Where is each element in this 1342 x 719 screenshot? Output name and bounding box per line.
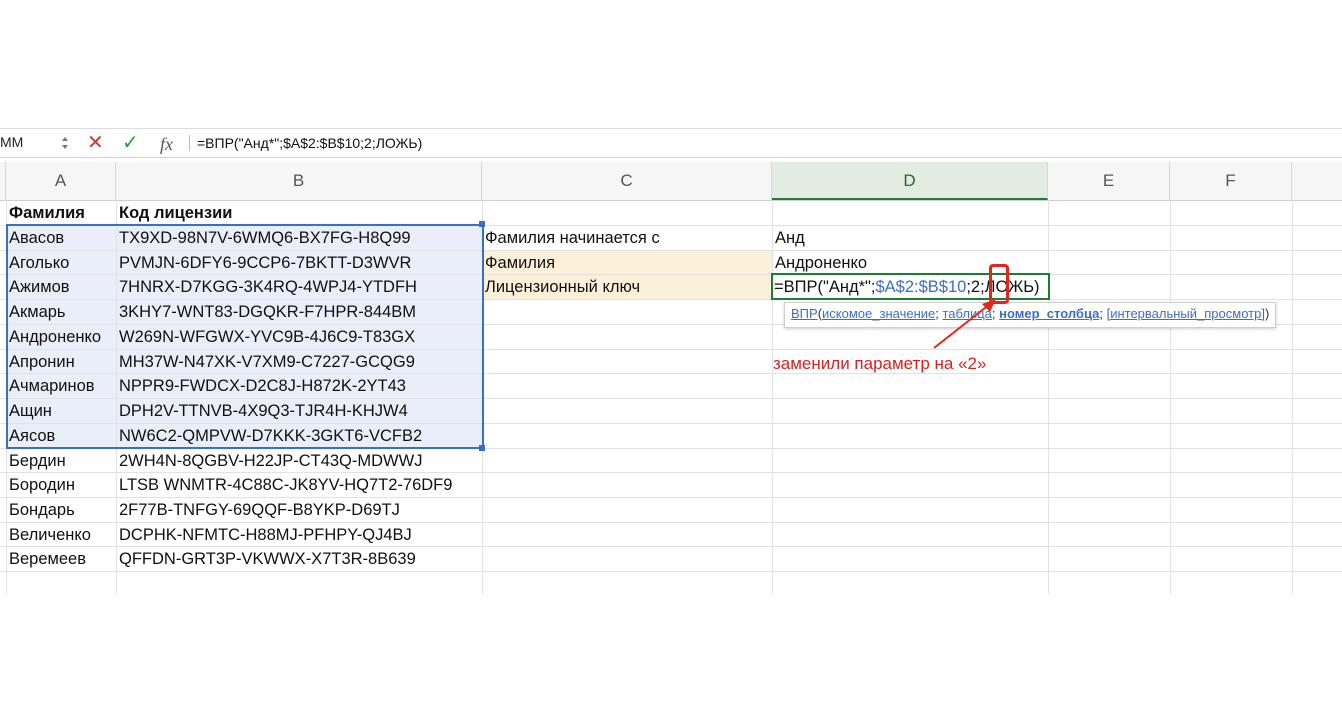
function-tooltip: ВПР(искомое_значение; таблица; номер_сто… [784,302,1277,328]
column-header-c[interactable]: C [482,162,772,200]
cell-license-code[interactable]: QFFDN-GRT3P-VKWWX-X7T3R-8B639 [110,547,416,571]
name-box[interactable]: MM [0,134,23,150]
cell-license-code[interactable]: LTSB WNMTR-4C88C-JK8YV-HQ7T2-76DF9 [110,473,452,497]
column-header-next[interactable] [1292,162,1342,200]
range-handle[interactable] [479,445,485,451]
formula-part-prefix: =ВПР("Анд*"; [774,278,876,296]
tooltip-arg-lookup-value[interactable]: искомое_значение [822,306,935,321]
grid-line [1170,200,1171,594]
column-header-b[interactable]: B [116,162,482,200]
grid-line [1292,200,1293,594]
annotation-text: заменили параметр на «2» [773,354,987,373]
tooltip-separator: ; [1099,306,1107,321]
value-surname[interactable]: Андроненко [766,251,867,275]
cancel-icon[interactable]: ✕ [87,131,104,155]
tooltip-close-paren: ) [1264,306,1270,321]
value-starts-with[interactable]: Анд [766,226,805,250]
header-license[interactable]: Код лицензии [110,201,232,225]
label-surname[interactable]: Фамилия [476,251,555,275]
column-header-f[interactable]: F [1170,162,1292,200]
check-icon[interactable]: ✓ [122,131,139,155]
arrow-icon [933,299,996,349]
stepper-icon[interactable] [60,133,70,153]
tooltip-arg-column-index[interactable]: номер_столбца [999,306,1099,321]
formula-input[interactable]: =ВПР("Анд*";$A$2:$B$10;2;ЛОЖЬ) [197,135,422,151]
cell-surname[interactable]: Бородин [0,473,75,497]
divider [189,135,190,151]
cell-surname[interactable]: Бондарь [0,498,75,522]
cell-surname[interactable]: Веремеев [0,547,86,571]
cell-license-code[interactable]: DCPHK-NFMTC-H88MJ-PFHPY-QJ4BJ [110,523,412,547]
grid-line [0,571,1342,572]
grid-line [1048,200,1049,594]
tooltip-function-name[interactable]: ВПР [791,306,818,321]
column-header-a[interactable]: A [6,162,116,200]
column-header-e[interactable]: E [1048,162,1170,200]
cell-surname[interactable]: Величенко [0,523,91,547]
cell-license-code[interactable]: 2F77B-TNFGY-69QQF-B8YKP-D69TJ [110,498,400,522]
range-selection [6,224,484,449]
column-header-d[interactable]: D [772,162,1048,200]
column-header-row: A B C D E F [0,162,1342,201]
spreadsheet-grid: A B C D E F Фамилия Код лицензии Авасов … [0,162,1342,594]
cell-surname[interactable]: Бердин [0,449,66,473]
fx-icon[interactable]: fx [160,132,173,156]
formula-bar: MM ✕ ✓ fx =ВПР("Анд*";$A$2:$B$10;2;ЛОЖЬ) [0,128,1342,158]
label-license-key[interactable]: Лицензионный ключ [476,275,640,299]
tooltip-arg-range-lookup[interactable]: [интервальный_просмотр] [1107,306,1265,321]
header-surname[interactable]: Фамилия [0,201,85,225]
label-starts-with[interactable]: Фамилия начинается с [476,226,660,250]
cell-license-code[interactable]: 2WH4N-8QGBV-H22JP-CT43Q-MDWWJ [110,449,422,473]
